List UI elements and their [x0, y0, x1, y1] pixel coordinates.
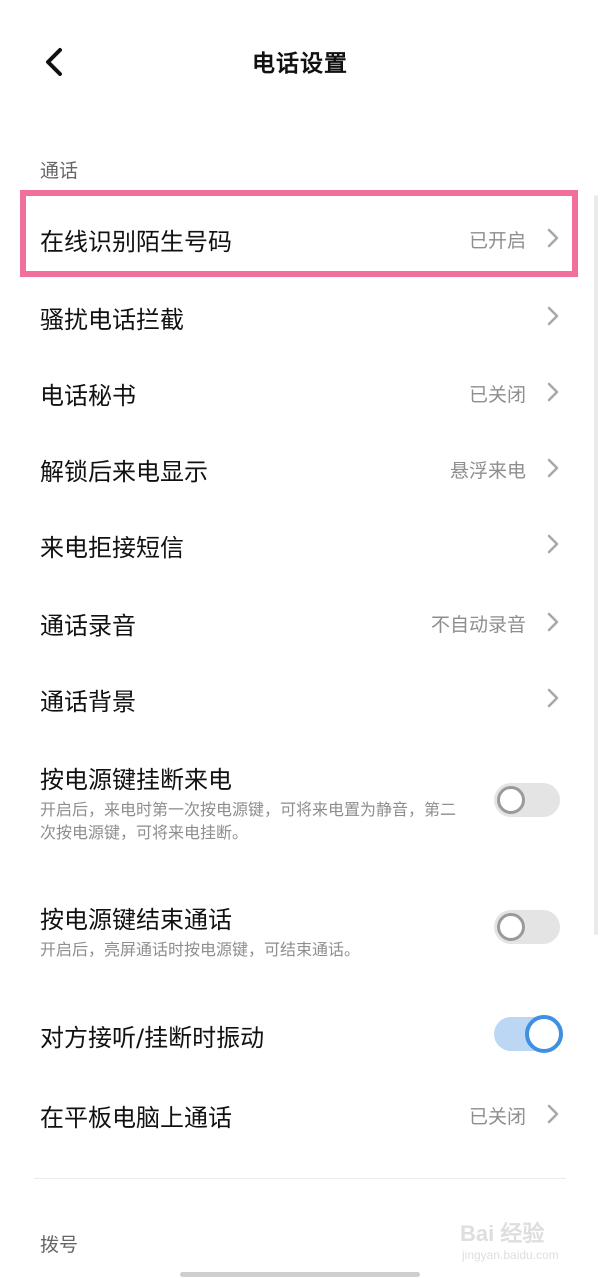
vibrate-on-answer-hangup-toggle[interactable]	[494, 1015, 563, 1053]
chevron-right-icon	[544, 610, 562, 634]
chevron-right-icon	[544, 380, 562, 404]
row-label: 电话秘书	[40, 382, 136, 410]
row-call-on-tablet[interactable]: 在平板电脑上通话 已关闭	[0, 1074, 600, 1154]
row-label: 对方接听/挂断时振动	[40, 1024, 265, 1052]
chevron-right-icon	[544, 304, 562, 328]
chevron-right-icon	[544, 532, 562, 556]
highlight-annotation-box	[20, 190, 578, 277]
chevron-right-icon	[544, 686, 562, 710]
row-label: 通话录音	[40, 612, 136, 640]
row-vibrate-on-answer-hangup: 对方接听/挂断时振动	[0, 994, 600, 1074]
scrollbar[interactable]	[594, 195, 598, 935]
watermark-sub-text: jingyan.baidu.com	[462, 1248, 559, 1262]
row-value: 已关闭	[468, 1106, 526, 1128]
toggle-knob	[497, 786, 525, 814]
row-value: 不自动录音	[430, 614, 526, 636]
row-value: 悬浮来电	[449, 460, 526, 482]
row-power-key-hang-up-incoming: 按电源键挂断来电 开启后，来电时第一次按电源键，可将来电置为静音，第二次按电源键…	[0, 740, 600, 880]
row-description: 开启后，亮屏通话时按电源键，可结束通话。	[40, 940, 361, 959]
top-bar: 电话设置	[0, 0, 600, 128]
row-reject-call-sms[interactable]: 来电拒接短信	[0, 506, 600, 582]
row-incoming-call-display-after-unlock[interactable]: 解锁后来电显示 悬浮来电	[0, 430, 600, 506]
power-key-hang-up-toggle[interactable]	[494, 783, 560, 817]
row-label: 骚扰电话拦截	[40, 306, 184, 334]
row-value: 已关闭	[468, 384, 526, 406]
power-key-end-call-toggle[interactable]	[494, 910, 560, 944]
chevron-right-icon	[544, 456, 562, 480]
page-title: 电话设置	[252, 51, 348, 77]
chevron-right-icon	[544, 1102, 562, 1126]
row-label: 通话背景	[40, 688, 136, 716]
row-harassment-call-block[interactable]: 骚扰电话拦截	[0, 278, 600, 354]
row-label: 来电拒接短信	[40, 534, 184, 562]
row-call-recording[interactable]: 通话录音 不自动录音	[0, 582, 600, 660]
toggle-knob	[497, 913, 525, 941]
section-header-dial: 拨号	[40, 1234, 79, 1256]
watermark-main-text: Bai 经验	[460, 1221, 545, 1246]
row-label: 按电源键挂断来电	[40, 766, 232, 794]
section-header-call: 通话	[40, 160, 79, 182]
row-description: 开启后，来电时第一次按电源键，可将来电置为静音，第二次按电源键，可将来电挂断。	[40, 800, 457, 842]
row-label: 按电源键结束通话	[40, 906, 232, 934]
baidu-jingyan-watermark: Bai 经验 jingyan.baidu.com	[456, 1212, 596, 1272]
row-label: 解锁后来电显示	[40, 458, 208, 486]
row-label: 在平板电脑上通话	[40, 1104, 232, 1132]
row-power-key-end-call: 按电源键结束通话 开启后，亮屏通话时按电源键，可结束通话。	[0, 880, 600, 990]
row-call-secretary[interactable]: 电话秘书 已关闭	[0, 354, 600, 430]
home-indicator[interactable]	[180, 1272, 420, 1277]
section-divider	[34, 1178, 566, 1179]
toggle-knob	[525, 1015, 563, 1053]
row-call-background[interactable]: 通话背景	[0, 660, 600, 736]
